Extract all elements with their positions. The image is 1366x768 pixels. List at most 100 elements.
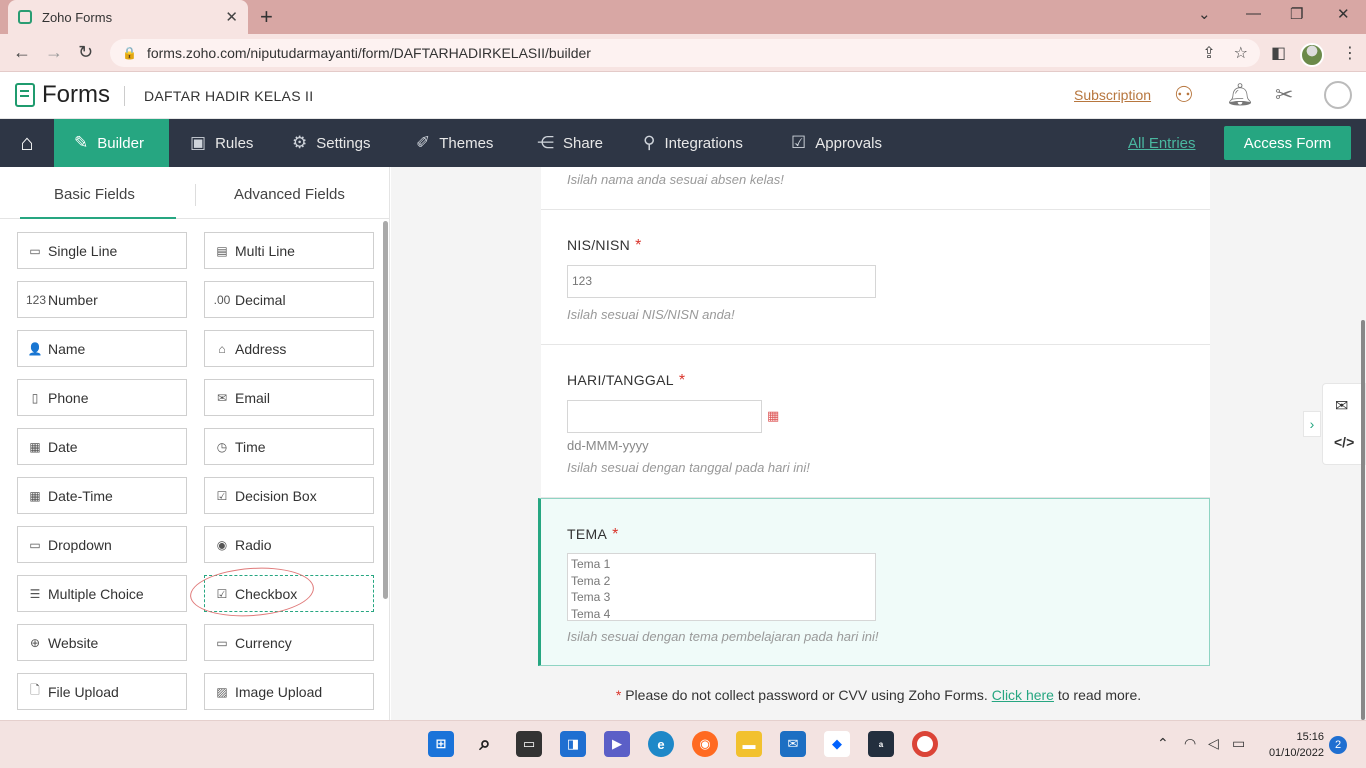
field-decision-box[interactable]: ☑ Decision Box	[204, 477, 374, 514]
field-phone[interactable]: ▯ Phone	[17, 379, 187, 416]
field-website[interactable]: ⊕ Website	[17, 624, 187, 661]
nav-builder[interactable]: ✎ Builder	[54, 119, 169, 167]
field-single-line[interactable]: ▭ Single Line	[17, 232, 187, 269]
user-avatar[interactable]	[1324, 81, 1352, 109]
volume-icon[interactable]: ◁	[1208, 735, 1219, 752]
click-here-link[interactable]: Click here	[992, 687, 1054, 703]
dropbox-icon[interactable]: ◆	[824, 731, 850, 757]
nav-themes[interactable]: ✐ Themes	[416, 119, 493, 167]
system-clock[interactable]: 15:16 01/10/2022	[1262, 729, 1324, 761]
maximize-icon[interactable]: ❐	[1290, 5, 1303, 23]
name-field-card[interactable]: Isilah nama anda sesuai absen kelas!	[541, 167, 1210, 210]
nis-input[interactable]: 123	[567, 265, 876, 298]
access-form-button[interactable]: Access Form	[1224, 126, 1351, 160]
field-name[interactable]: 👤 Name	[17, 330, 187, 367]
widgets-icon[interactable]: ◨	[560, 731, 586, 757]
field-label: Multiple Choice	[48, 585, 144, 602]
integrations-icon: ⚲	[643, 133, 656, 152]
subscription-link[interactable]: Subscription	[1074, 87, 1151, 103]
file-upload-icon: 🗋	[30, 683, 40, 697]
canvas-scrollbar[interactable]	[1361, 320, 1365, 720]
app-logo-text[interactable]: Forms	[42, 81, 110, 109]
field-image-upload[interactable]: ▨ Image Upload	[204, 673, 374, 710]
nav-share[interactable]: ⋲ Share	[537, 119, 603, 167]
hari-label: HARI/TANGGAL *	[567, 372, 686, 389]
tab-basic-fields[interactable]: Basic Fields	[54, 186, 135, 203]
nav-settings[interactable]: ⚙ Settings	[292, 119, 370, 167]
tab-search-chevron-icon[interactable]: ⌄	[1198, 5, 1211, 23]
task-view-icon[interactable]: ▭	[516, 731, 542, 757]
field-decimal[interactable]: .00 Decimal	[204, 281, 374, 318]
nav-builder-label: Builder	[97, 134, 144, 152]
field-file-upload[interactable]: 🗋 File Upload	[17, 673, 187, 710]
address-bar[interactable]: 🔒 forms.zoho.com/niputudarmayanti/form/D…	[110, 39, 1260, 67]
field-label: Radio	[235, 536, 272, 553]
side-panel-icon[interactable]: ◧	[1271, 43, 1286, 63]
mail-icon[interactable]: ✉	[780, 731, 806, 757]
firefox-icon[interactable]: ◉	[692, 731, 718, 757]
users-icon[interactable]: ⚇	[1174, 82, 1194, 108]
field-email[interactable]: ✉ Email	[204, 379, 374, 416]
teams-chat-icon[interactable]: ▶	[604, 731, 630, 757]
form-title[interactable]: DAFTAR HADIR KELAS II	[144, 88, 313, 104]
envelope-icon[interactable]: ✉	[1335, 396, 1348, 416]
tab-advanced-fields[interactable]: Advanced Fields	[234, 186, 345, 203]
tema-option[interactable]: Tema 2	[571, 573, 872, 590]
field-radio[interactable]: ◉ Radio	[204, 526, 374, 563]
chrome-icon[interactable]	[912, 731, 938, 757]
field-label: Email	[235, 389, 271, 406]
code-embed-icon[interactable]: </>	[1334, 434, 1354, 450]
browser-tab[interactable]: Zoho Forms ✕	[8, 0, 248, 34]
new-tab-button[interactable]: +	[260, 4, 273, 30]
hari-field-card[interactable]: HARI/TANGGAL * ▦ dd-MMM-yyyy Isilah sesua…	[541, 345, 1210, 498]
profile-avatar[interactable]	[1300, 43, 1324, 67]
date-input[interactable]	[567, 400, 762, 433]
wifi-icon[interactable]: ◠	[1184, 735, 1196, 752]
field-date-time[interactable]: ▦ Date-Time	[17, 477, 187, 514]
browser-menu-icon[interactable]: ⋮	[1342, 43, 1358, 63]
field-currency[interactable]: ▭ Currency	[204, 624, 374, 661]
nav-approvals[interactable]: ☑ Approvals	[791, 119, 882, 167]
all-entries-link[interactable]: All Entries	[1128, 135, 1196, 152]
tema-option[interactable]: Tema 3	[571, 589, 872, 606]
home-icon[interactable]: ⌂	[0, 119, 54, 167]
notification-badge[interactable]: 2	[1329, 736, 1347, 754]
nav-rules[interactable]: ▣ Rules	[190, 119, 253, 167]
nav-approvals-label: Approvals	[815, 134, 882, 152]
windows-start-icon[interactable]: ⊞	[428, 731, 454, 757]
amazon-icon[interactable]: a	[868, 731, 894, 757]
minimize-icon[interactable]: —	[1246, 5, 1261, 22]
fields-scrollbar[interactable]	[383, 221, 388, 599]
battery-icon[interactable]: ▭	[1232, 735, 1245, 752]
calendar-picker-icon[interactable]: ▦	[767, 408, 779, 424]
person-icon: 👤	[27, 341, 43, 356]
field-dropdown[interactable]: ▭ Dropdown	[17, 526, 187, 563]
nav-integrations[interactable]: ⚲ Integrations	[643, 119, 743, 167]
tema-option[interactable]: Tema 4	[571, 606, 872, 623]
bookmark-star-icon[interactable]: ☆	[1234, 43, 1248, 63]
reload-icon[interactable]: ↻	[78, 42, 93, 63]
nis-field-card[interactable]: NIS/NISN * 123 Isilah sesuai NIS/NISN and…	[541, 210, 1210, 345]
field-address[interactable]: ⌂ Address	[204, 330, 374, 367]
file-explorer-icon[interactable]: ▬	[736, 731, 762, 757]
tema-field-card[interactable]: TEMA * Tema 1 Tema 2 Tema 3 Tema 4 Isilah…	[538, 498, 1210, 666]
forward-icon[interactable]: →	[45, 42, 63, 63]
back-icon[interactable]: ←	[13, 42, 31, 63]
field-multi-line[interactable]: ▤ Multi Line	[204, 232, 374, 269]
field-number[interactable]: 123 Number	[17, 281, 187, 318]
bell-icon[interactable]: 🔔︎	[1226, 82, 1254, 108]
tema-option[interactable]: Tema 1	[571, 556, 872, 573]
close-window-icon[interactable]: ✕	[1337, 5, 1350, 23]
close-tab-icon[interactable]: ✕	[225, 8, 238, 26]
field-date[interactable]: ▦ Date	[17, 428, 187, 465]
chevron-right-icon[interactable]: ›	[1303, 411, 1321, 437]
search-icon[interactable]: ⌕	[472, 731, 498, 757]
footnote-text: Please do not collect password or CVV us…	[625, 687, 988, 703]
edge-icon[interactable]: e	[648, 731, 674, 757]
field-time[interactable]: ◷ Time	[204, 428, 374, 465]
share-page-icon[interactable]: ⇪	[1202, 43, 1215, 63]
tools-icon[interactable]: ✂	[1275, 82, 1293, 108]
tray-chevron-up-icon[interactable]: ⌃	[1157, 735, 1169, 752]
field-multiple-choice[interactable]: ☰ Multiple Choice	[17, 575, 187, 612]
tema-listbox[interactable]: Tema 1 Tema 2 Tema 3 Tema 4	[567, 553, 876, 621]
